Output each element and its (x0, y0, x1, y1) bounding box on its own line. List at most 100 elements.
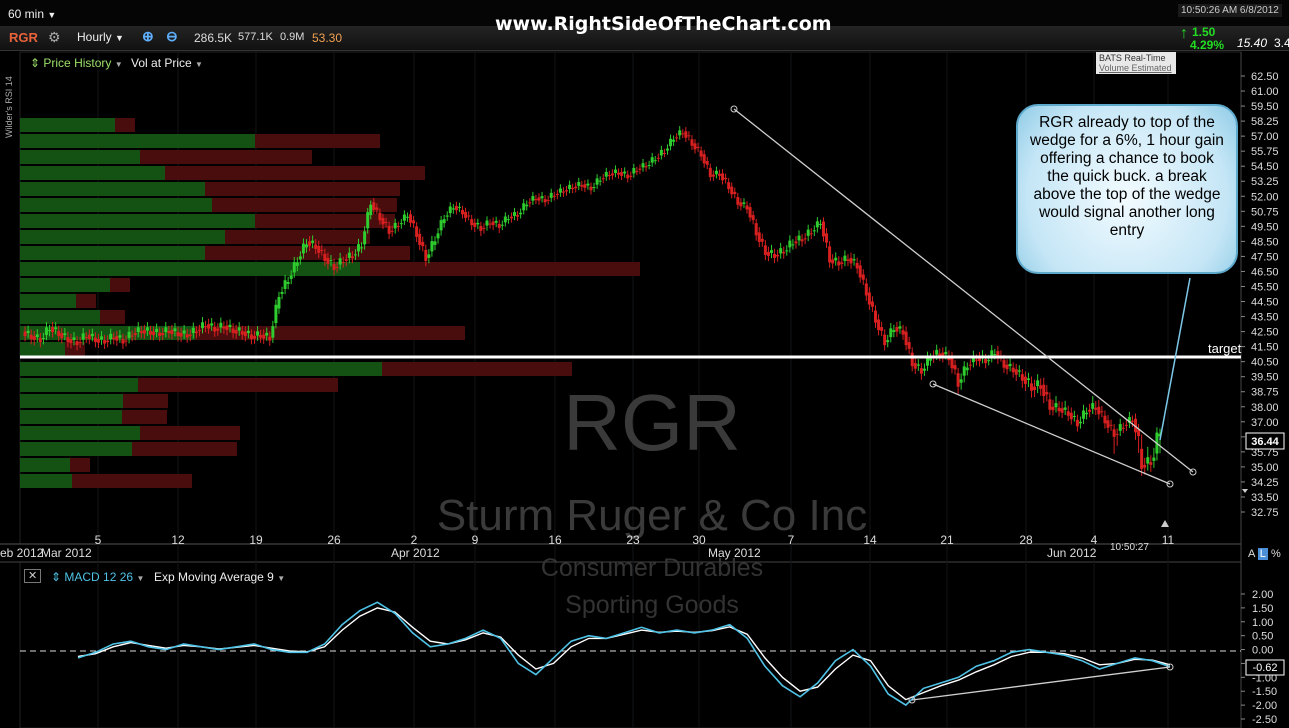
zoom-out-icon[interactable]: ⊖ (166, 28, 178, 45)
macd-menu[interactable]: ⇕ MACD 12 26 ▼ (51, 570, 144, 584)
vol-at-price-up-bar (20, 442, 132, 456)
close-panel-icon[interactable]: ✕ (24, 569, 42, 583)
candle-body (1011, 367, 1015, 373)
candle-body (60, 333, 64, 339)
candle-body (1014, 369, 1018, 375)
macd-axis-label: 0.00 (1252, 645, 1273, 657)
candle-body (347, 252, 351, 258)
candle-body (457, 206, 461, 208)
candle-body (895, 327, 899, 332)
candle-body (222, 326, 226, 329)
candle-body (935, 349, 939, 355)
candle-body (1091, 403, 1095, 409)
candle-body (641, 163, 645, 168)
candle-body (204, 326, 208, 328)
candle-body (546, 199, 550, 201)
candle-body (763, 245, 767, 255)
macd-panel (19, 561, 1242, 728)
candle-body (467, 215, 471, 217)
bar-period-select[interactable]: Hourly ▼ (77, 30, 124, 44)
candle-body (329, 260, 333, 262)
candle-body (461, 209, 465, 215)
macd-axis-label: -1.50 (1252, 686, 1277, 698)
candle-body (93, 337, 97, 343)
vol-at-price-up-bar (20, 342, 65, 356)
zoom-in-icon[interactable]: ⊕ (142, 28, 154, 45)
candle-body (696, 146, 700, 148)
vol-at-price-up-bar (20, 246, 205, 260)
interval-select[interactable]: 60 min ▼ (8, 7, 56, 21)
candle-body (1115, 433, 1119, 435)
candle-body (705, 160, 709, 165)
candle-body (638, 168, 642, 170)
candle-body (617, 172, 621, 175)
candle-body (1066, 411, 1070, 416)
interval-label: 60 min (8, 7, 45, 21)
settings-icon[interactable]: ⚙ (48, 29, 61, 46)
candle-body (436, 233, 440, 239)
candle-body (815, 221, 819, 228)
candle-body (1057, 407, 1061, 412)
candle-body (415, 226, 419, 237)
candle-body (418, 233, 422, 245)
candle-body (75, 341, 79, 346)
candle-body (1036, 380, 1040, 387)
candle-body (1100, 411, 1104, 413)
candle-body (1103, 415, 1107, 424)
candle-body (1060, 408, 1064, 413)
change-value: 1.50 (1192, 25, 1216, 39)
price-history-menu[interactable]: ⇕ Price History ▼ (30, 56, 123, 70)
candle-body (1106, 420, 1110, 428)
symbol-label[interactable]: RGR (9, 30, 38, 45)
candle-body (106, 340, 110, 343)
ema-menu[interactable]: Exp Moving Average 9 ▼ (154, 570, 285, 584)
candle-body (837, 261, 841, 266)
vol-at-price-up-bar (20, 362, 382, 376)
candle-body (684, 131, 688, 138)
candle-body (259, 335, 263, 338)
macd-axis-label: 2.00 (1252, 589, 1273, 601)
candle-body (898, 326, 902, 329)
candle-body (341, 261, 345, 263)
candle-body (289, 275, 293, 279)
vol-at-price-down-bar (205, 182, 400, 196)
candle-body (485, 220, 489, 226)
candle-body (216, 328, 220, 331)
candle-body (785, 250, 789, 252)
vol-at-price-down-bar (255, 214, 395, 228)
candle-body (1140, 448, 1144, 469)
candle-body (1030, 383, 1034, 391)
vol-at-price-down-bar (165, 166, 425, 180)
candle-body (1082, 410, 1086, 419)
candle-body (916, 364, 920, 366)
candle-body (571, 187, 575, 190)
candle-body (421, 241, 425, 247)
candle-body (1054, 403, 1058, 408)
scale-log-button[interactable]: L (1257, 548, 1268, 560)
scale-mode-buttons[interactable]: A L % (1248, 548, 1281, 560)
candle-body (791, 244, 795, 246)
candle-body (1023, 376, 1027, 385)
price-axis-label: 37.00 (1251, 417, 1279, 429)
candle-body (103, 340, 107, 344)
candle-body (1008, 363, 1012, 367)
candle-body (779, 248, 783, 254)
candle-body (883, 334, 887, 346)
vol-at-price-up-bar (20, 262, 360, 276)
candle-body (96, 339, 100, 343)
bats-subtitle: Volume Estimated (1099, 63, 1172, 73)
vol-at-price-menu[interactable]: Vol at Price ▼ (131, 56, 203, 70)
scale-percent-button[interactable]: % (1271, 548, 1281, 560)
target-label: target (1208, 341, 1242, 356)
candle-body (901, 330, 905, 335)
price-axis-label: 47.50 (1251, 251, 1279, 263)
date-axis-label: 11 (1162, 533, 1175, 547)
vol-at-price-up-bar (20, 118, 115, 132)
candle-body (451, 208, 455, 210)
candle-body (1109, 424, 1113, 426)
scale-auto-button[interactable]: A (1248, 548, 1255, 560)
candle-body (179, 333, 183, 337)
candle-body (555, 193, 559, 196)
candle-body (607, 175, 611, 177)
candle-body (332, 263, 336, 270)
